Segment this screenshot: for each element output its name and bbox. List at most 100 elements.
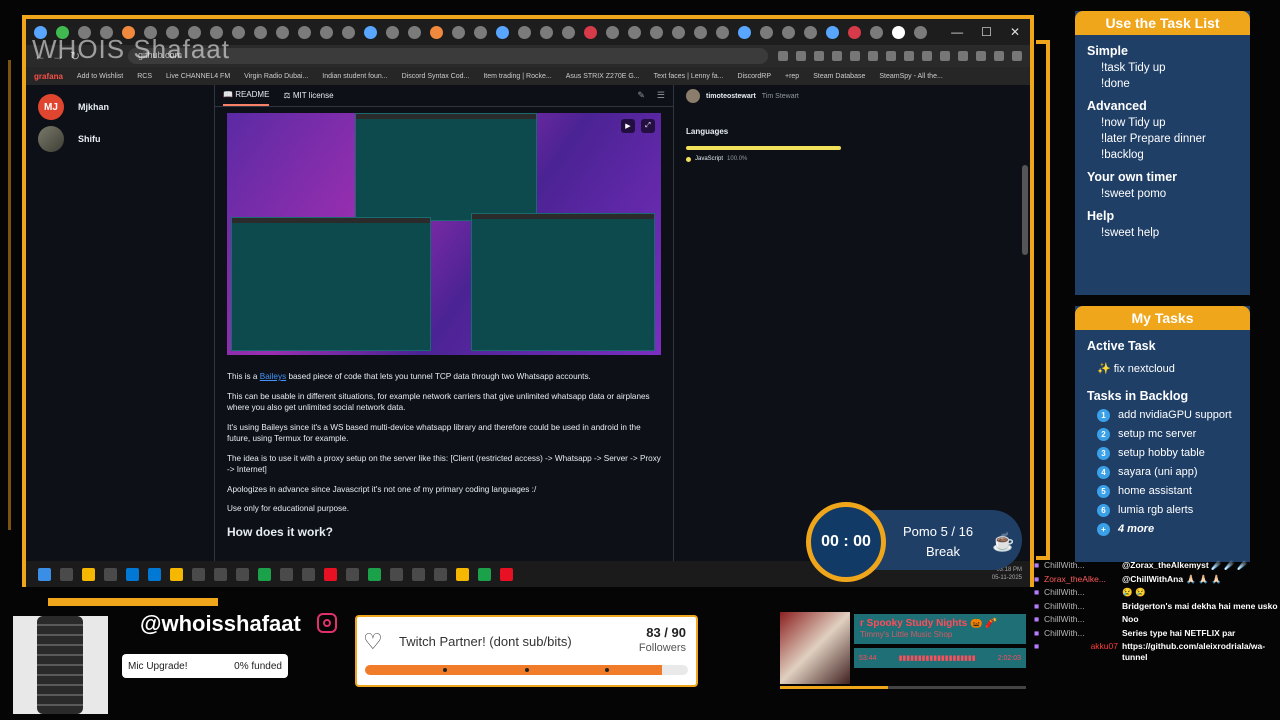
tab-readme[interactable]: 📖 README <box>223 85 270 106</box>
taskbar-app-icon[interactable] <box>412 567 425 581</box>
tab-icon[interactable] <box>848 25 861 39</box>
close-button[interactable]: ✕ <box>1010 25 1020 39</box>
minimize-button[interactable]: — <box>951 25 963 39</box>
tab-icon[interactable] <box>540 25 553 39</box>
extension-icon[interactable] <box>832 51 842 61</box>
taskbar-app-icon[interactable] <box>60 567 73 581</box>
edit-icon[interactable]: ✎ <box>637 90 645 101</box>
tab-icon[interactable] <box>606 25 619 39</box>
extension-icon[interactable] <box>778 51 788 61</box>
tab-icon[interactable] <box>496 25 509 39</box>
bookmark-item[interactable]: Discord Syntax Cod... <box>402 73 470 80</box>
extension-icon[interactable] <box>922 51 932 61</box>
chrome-icon[interactable] <box>170 567 183 581</box>
extension-icon[interactable] <box>796 51 806 61</box>
bookmark-item[interactable]: +rep <box>785 73 799 80</box>
help-command: !done <box>1101 78 1130 90</box>
taskbar-app-icon[interactable] <box>478 567 491 581</box>
extension-icon[interactable] <box>886 51 896 61</box>
tab-icon[interactable] <box>474 25 487 39</box>
start-icon[interactable] <box>38 567 51 581</box>
bookmark-item[interactable]: Steam Database <box>813 73 865 80</box>
tab-icon[interactable] <box>672 25 685 39</box>
tab-icon[interactable] <box>254 25 267 39</box>
taskbar-app-icon[interactable] <box>346 567 359 581</box>
extension-icon[interactable] <box>814 51 824 61</box>
bookmark-item[interactable]: DiscordRP <box>738 73 771 80</box>
tab-icon[interactable] <box>870 25 883 39</box>
file-explorer-icon[interactable] <box>82 567 95 581</box>
tab-license[interactable]: ⚖ MIT license <box>283 91 333 100</box>
tab-icon[interactable] <box>320 25 333 39</box>
bookmark-item[interactable]: Virgin Radio Dubai... <box>244 73 308 80</box>
tab-icon[interactable] <box>694 25 707 39</box>
contributor-row[interactable]: timoteostewart Tim Stewart <box>686 89 846 103</box>
demo-video[interactable]: ▶ ⤢ <box>227 113 661 355</box>
tab-icon[interactable] <box>760 25 773 39</box>
taskbar-app-icon[interactable] <box>258 567 271 581</box>
taskbar-app-icon[interactable] <box>368 567 381 581</box>
taskbar-app-icon[interactable] <box>456 567 469 581</box>
taskbar-app-icon[interactable] <box>324 567 337 581</box>
tab-icon[interactable] <box>826 25 839 39</box>
language-entry[interactable]: JavaScript 100.0% <box>686 156 846 162</box>
extension-icon[interactable] <box>868 51 878 61</box>
taskbar-app-icon[interactable] <box>192 567 205 581</box>
play-icon[interactable]: ▶ <box>621 119 635 133</box>
extension-icon[interactable] <box>940 51 950 61</box>
tab-icon[interactable] <box>386 25 399 39</box>
tab-icon[interactable] <box>650 25 663 39</box>
menu-icon[interactable] <box>1012 51 1022 61</box>
bookmark-item[interactable]: RCS <box>137 73 152 80</box>
tab-icon[interactable] <box>430 25 443 39</box>
contributor-item[interactable]: Shifu <box>38 123 109 155</box>
bookmark-item[interactable]: Text faces | Lenny fa... <box>654 73 724 80</box>
bookmark-item[interactable]: Add to Wishlist <box>77 73 123 80</box>
tab-icon[interactable] <box>518 25 531 39</box>
tab-icon[interactable] <box>562 25 575 39</box>
open-external-icon[interactable]: ⤢ <box>641 119 655 133</box>
profile-icon[interactable] <box>994 51 1004 61</box>
extension-icon[interactable] <box>958 51 968 61</box>
taskbar-app-icon[interactable] <box>104 567 117 581</box>
tab-icon[interactable] <box>452 25 465 39</box>
extension-icon[interactable] <box>976 51 986 61</box>
tab-icon[interactable] <box>298 25 311 39</box>
tab-icon[interactable] <box>232 25 245 39</box>
scrollbar[interactable] <box>1022 165 1028 255</box>
extension-icon[interactable] <box>850 51 860 61</box>
taskbar-app-icon[interactable] <box>126 567 139 581</box>
bookmark-item[interactable]: SteamSpy - All the... <box>879 73 942 80</box>
new-tab-icon[interactable] <box>914 25 927 39</box>
tab-icon[interactable] <box>804 25 817 39</box>
tab-icon[interactable] <box>716 25 729 39</box>
tab-icon[interactable] <box>364 25 377 39</box>
baileys-link[interactable]: Baileys <box>260 372 286 381</box>
tab-icon[interactable] <box>276 25 289 39</box>
taskbar-app-icon[interactable] <box>280 567 293 581</box>
taskbar-app-icon[interactable] <box>500 567 513 581</box>
maximize-button[interactable]: ☐ <box>981 25 992 39</box>
bookmark-item[interactable]: grafana <box>34 72 63 81</box>
taskbar-app-icon[interactable] <box>236 567 249 581</box>
tab-icon[interactable] <box>584 25 597 39</box>
tab-icon[interactable] <box>342 25 355 39</box>
taskbar-app-icon[interactable] <box>390 567 403 581</box>
tab-icon[interactable] <box>738 25 751 39</box>
bookmark-item[interactable]: Asus STRIX Z270E G... <box>566 73 640 80</box>
taskbar-app-icon[interactable] <box>302 567 315 581</box>
outline-icon[interactable]: ☰ <box>657 90 665 101</box>
tab-icon[interactable] <box>628 25 641 39</box>
extension-icon[interactable] <box>904 51 914 61</box>
bookmark-item[interactable]: Item trading | Rocke... <box>483 73 551 80</box>
taskbar-app-icon[interactable] <box>434 567 447 581</box>
contributor-item[interactable]: MJ Mjkhan <box>38 91 109 123</box>
bookmark-item[interactable]: Live CHANNEL4 FM <box>166 73 230 80</box>
active-tab-icon[interactable] <box>892 25 905 39</box>
taskbar-app-icon[interactable] <box>214 567 227 581</box>
bookmark-item[interactable]: Indian student foun... <box>322 73 387 80</box>
tab-icon[interactable] <box>782 25 795 39</box>
tab-icon[interactable] <box>408 25 421 39</box>
edge-icon[interactable] <box>148 567 161 581</box>
pomodoro-count: Pomo 5 / 16 <box>903 524 974 539</box>
